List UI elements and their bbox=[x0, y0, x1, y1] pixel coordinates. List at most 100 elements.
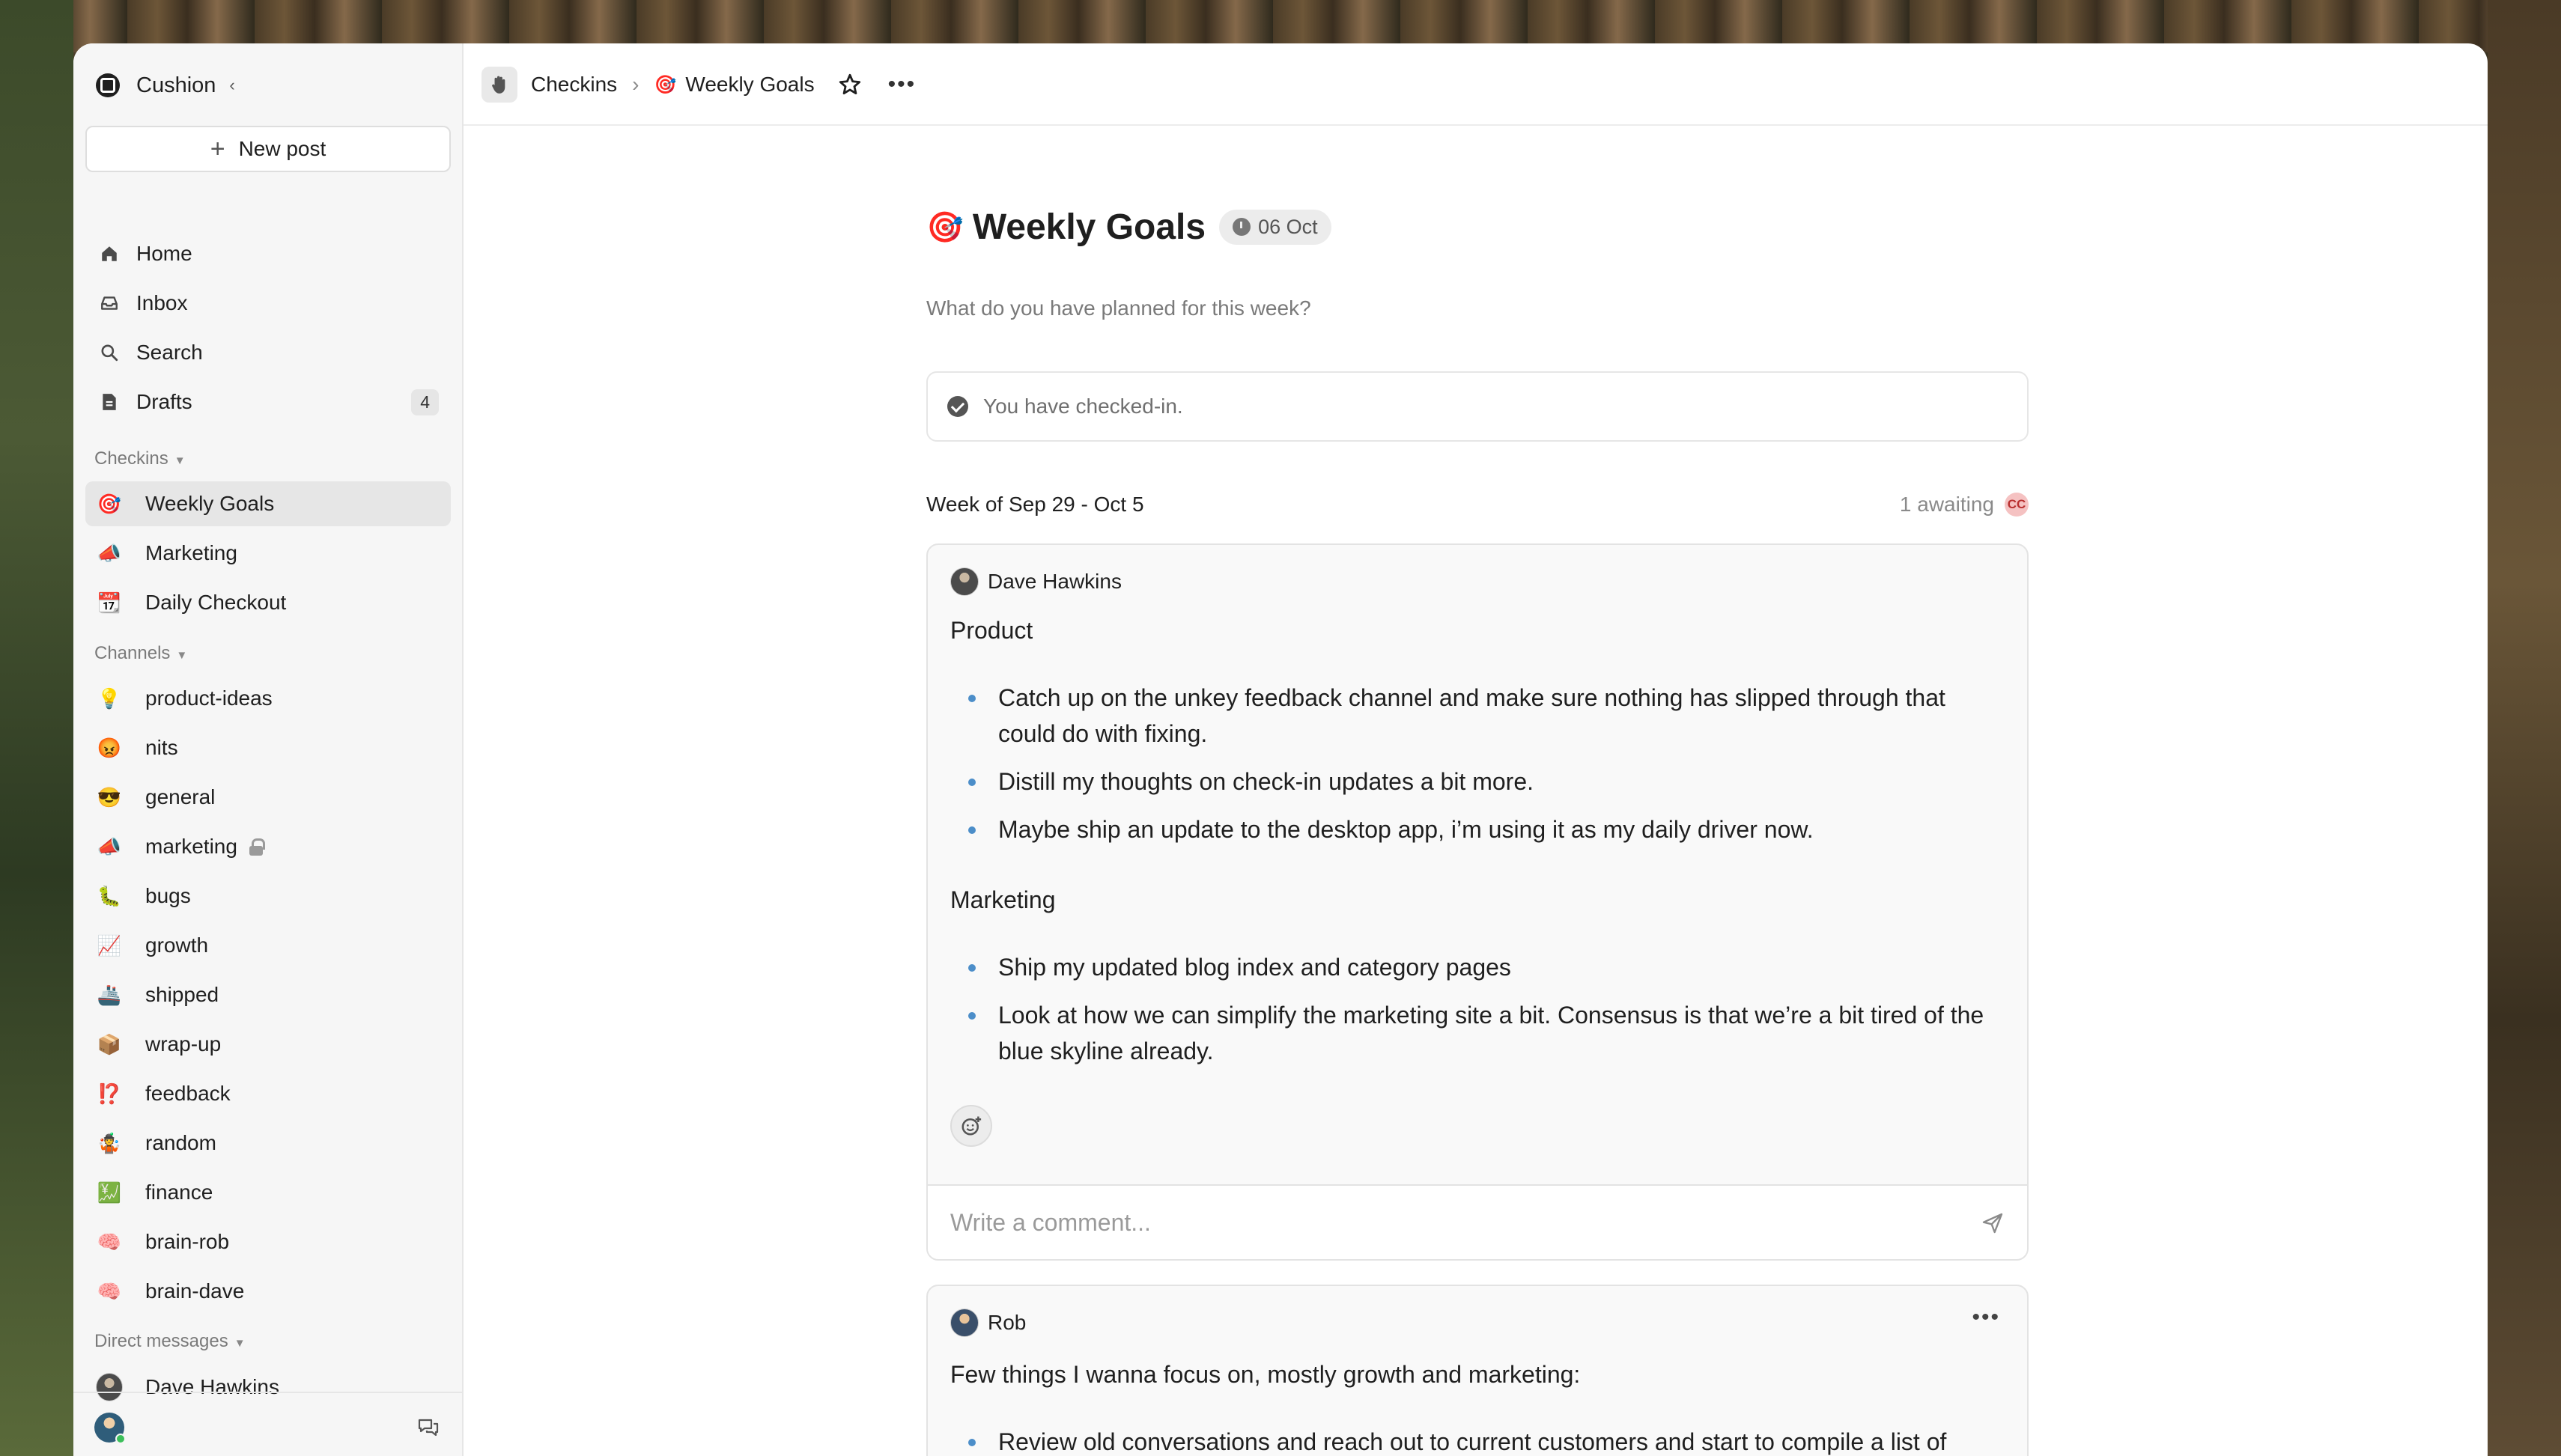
chart-yen-emoji-icon: 💹 bbox=[97, 1181, 122, 1204]
checkin-post: Dave Hawkins Product Catch up on the unk… bbox=[926, 543, 2029, 1261]
sidebar-item-label: nits bbox=[145, 736, 178, 759]
chart-up-emoji-icon: 📈 bbox=[97, 933, 122, 957]
sidebar-item-label: wrap-up bbox=[145, 1032, 222, 1056]
sidebar-item-label: feedback bbox=[145, 1082, 231, 1105]
calendar-emoji-icon: 📆 bbox=[97, 591, 122, 614]
sidebar-item-home[interactable]: Home bbox=[85, 231, 451, 276]
sidebar-item-weekly-goals[interactable]: 🎯 Weekly Goals bbox=[85, 481, 451, 526]
author-name: Rob bbox=[988, 1311, 1027, 1334]
target-emoji-icon: 🎯 bbox=[654, 74, 677, 95]
sidebar-item-brain-rob[interactable]: 🧠 brain-rob bbox=[85, 1219, 451, 1264]
week-header: Week of Sep 29 - Oct 5 1 awaiting CC bbox=[926, 490, 2029, 520]
author-name: Dave Hawkins bbox=[988, 570, 1122, 593]
awaiting-status[interactable]: 1 awaiting CC bbox=[1900, 493, 2029, 517]
sidebar-item-label: Home bbox=[136, 242, 192, 265]
checked-in-notice: You have checked-in. bbox=[926, 371, 2029, 442]
breadcrumb-current[interactable]: Weekly Goals bbox=[685, 73, 814, 97]
list-item: Maybe ship an update to the desktop app,… bbox=[950, 811, 1999, 847]
breadcrumb-parent[interactable]: Checkins bbox=[531, 73, 617, 97]
section-label: Direct messages bbox=[94, 1331, 228, 1351]
background-forest-right bbox=[2488, 0, 2561, 1456]
new-post-label: New post bbox=[238, 137, 326, 160]
workspace-name: Cushion bbox=[136, 73, 216, 97]
comment-input[interactable]: Write a comment... bbox=[928, 1184, 2027, 1259]
sidebar-item-label: marketing bbox=[145, 835, 237, 858]
post-author[interactable]: Dave Hawkins bbox=[950, 567, 1122, 596]
checked-in-text: You have checked-in. bbox=[983, 395, 1183, 418]
sidebar-item-label: Inbox bbox=[136, 291, 188, 314]
post-intro: Few things I wanna focus on, mostly grow… bbox=[950, 1361, 1581, 1388]
page-subtitle: What do you have planned for this week? bbox=[926, 296, 1311, 320]
sidebar-item-finance[interactable]: 💹 finance bbox=[85, 1170, 451, 1215]
workspace-logo-icon bbox=[96, 73, 120, 97]
sidebar-item-label: Search bbox=[136, 341, 203, 364]
package-emoji-icon: 📦 bbox=[97, 1032, 122, 1056]
list-item: Review old conversations and reach out t… bbox=[950, 1424, 1999, 1456]
comment-placeholder: Write a comment... bbox=[950, 1208, 1151, 1236]
chevron-right-icon: › bbox=[632, 73, 640, 96]
checkins-section-header[interactable]: Checkins ▼ bbox=[94, 448, 186, 469]
sidebar-item-label: Marketing bbox=[145, 541, 237, 564]
current-user-avatar[interactable] bbox=[94, 1413, 126, 1444]
avatar bbox=[950, 1309, 979, 1337]
sidebar-item-growth[interactable]: 📈 growth bbox=[85, 923, 451, 968]
section-heading: Product bbox=[950, 617, 1033, 644]
sidebar-item-label: random bbox=[145, 1131, 216, 1154]
new-post-button[interactable]: + New post bbox=[85, 126, 451, 172]
sidebar-item-nits[interactable]: 😡 nits bbox=[85, 725, 451, 770]
sidebar-item-daily-checkout[interactable]: 📆 Daily Checkout bbox=[85, 580, 451, 625]
send-icon[interactable] bbox=[1981, 1211, 2005, 1235]
date-badge[interactable]: 06 Oct bbox=[1219, 209, 1331, 245]
sidebar-item-marketing[interactable]: 📣 marketing bbox=[85, 824, 451, 869]
sidebar: Cushion ‹ + New post Home Inbox Search D… bbox=[73, 43, 464, 1456]
list-item: Ship my updated blog index and category … bbox=[950, 949, 1999, 985]
sidebar-item-label: product-ideas bbox=[145, 686, 273, 710]
smiley-plus-icon bbox=[961, 1116, 982, 1136]
drafts-icon bbox=[97, 390, 121, 414]
online-status-icon bbox=[115, 1434, 126, 1444]
avatar: CC bbox=[2005, 493, 2029, 517]
search-icon bbox=[97, 341, 121, 365]
lock-icon bbox=[249, 838, 265, 856]
chevron-up-down-icon: ‹ bbox=[229, 76, 235, 95]
inbox-icon bbox=[97, 291, 121, 315]
sidebar-item-product-ideas[interactable]: 💡 product-ideas bbox=[85, 676, 451, 721]
sunglasses-emoji-icon: 😎 bbox=[97, 785, 122, 808]
megaphone-emoji-icon: 📣 bbox=[97, 835, 122, 858]
sidebar-item-label: growth bbox=[145, 933, 209, 957]
sidebar-item-bugs[interactable]: 🐛 bugs bbox=[85, 874, 451, 919]
page-title-row: 🎯 Weekly Goals 06 Oct bbox=[926, 201, 1331, 253]
caret-down-icon: ▼ bbox=[176, 649, 188, 662]
list-item: Look at how we can simplify the marketin… bbox=[950, 997, 1999, 1069]
sidebar-item-shipped[interactable]: 🚢 shipped bbox=[85, 972, 451, 1017]
sidebar-item-general[interactable]: 😎 general bbox=[85, 775, 451, 820]
interrobang-emoji-icon: ⁉️ bbox=[97, 1082, 122, 1105]
sidebar-item-label: general bbox=[145, 785, 216, 808]
clock-icon bbox=[1233, 218, 1251, 236]
sidebar-item-wrap-up[interactable]: 📦 wrap-up bbox=[85, 1022, 451, 1067]
sidebar-item-search[interactable]: Search bbox=[85, 330, 451, 375]
workspace-switcher[interactable]: Cushion ‹ bbox=[96, 68, 235, 103]
dm-section-header[interactable]: Direct messages ▼ bbox=[94, 1331, 246, 1352]
breadcrumb: Checkins › 🎯 Weekly Goals ••• bbox=[481, 66, 916, 103]
megaphone-emoji-icon: 📣 bbox=[97, 541, 122, 564]
add-reaction-button[interactable] bbox=[950, 1105, 992, 1147]
sidebar-item-drafts[interactable]: Drafts 4 bbox=[85, 380, 451, 424]
chat-bubbles-icon[interactable] bbox=[417, 1417, 440, 1437]
sidebar-item-feedback[interactable]: ⁉️ feedback bbox=[85, 1071, 451, 1116]
sidebar-item-label: Daily Checkout bbox=[145, 591, 287, 614]
caret-down-icon: ▼ bbox=[174, 454, 186, 467]
sidebar-item-label: brain-dave bbox=[145, 1279, 245, 1303]
home-icon bbox=[97, 242, 121, 266]
sidebar-item-marketing-checkin[interactable]: 📣 Marketing bbox=[85, 531, 451, 576]
channels-section-header[interactable]: Channels ▼ bbox=[94, 643, 187, 664]
sidebar-item-brain-dave[interactable]: 🧠 brain-dave bbox=[85, 1269, 451, 1314]
sidebar-item-label: finance bbox=[145, 1181, 213, 1204]
sidebar-item-inbox[interactable]: Inbox bbox=[85, 281, 451, 326]
sidebar-item-label: brain-rob bbox=[145, 1230, 230, 1253]
star-icon[interactable] bbox=[837, 72, 863, 97]
post-author[interactable]: Rob bbox=[950, 1309, 1026, 1337]
main-content: Checkins › 🎯 Weekly Goals ••• 🎯 Weekly G… bbox=[464, 43, 2488, 1456]
date-label: 06 Oct bbox=[1258, 215, 1318, 238]
sidebar-item-random[interactable]: 🤹 random bbox=[85, 1121, 451, 1166]
